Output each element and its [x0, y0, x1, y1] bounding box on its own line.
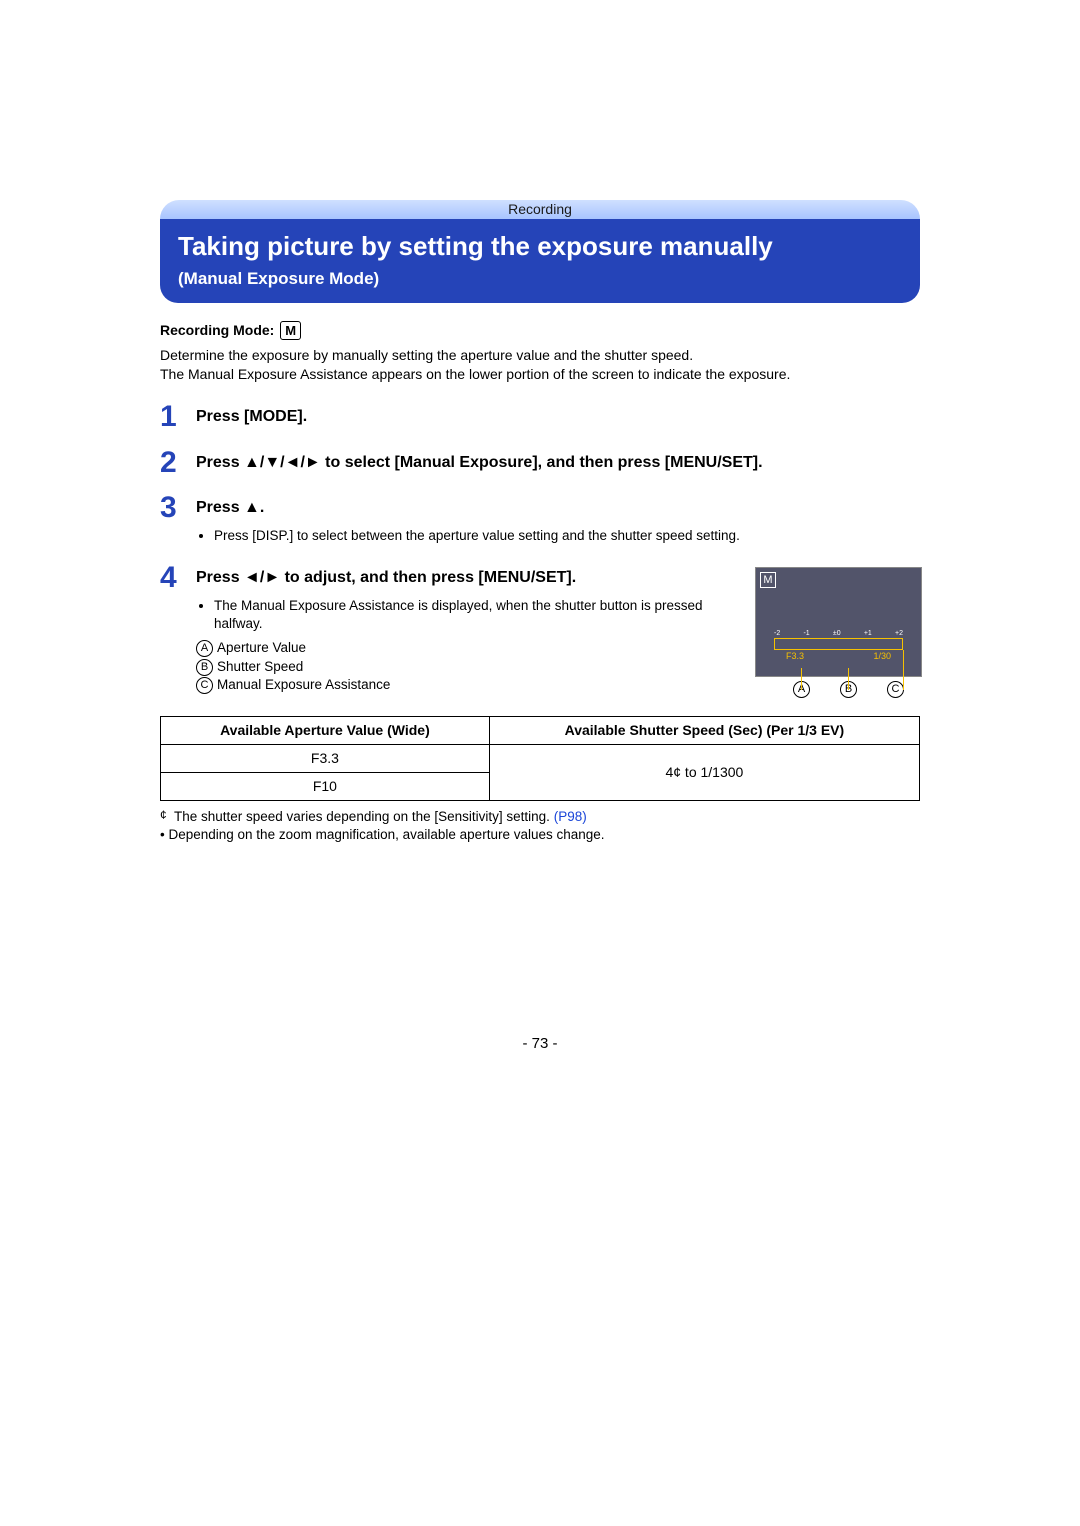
footnotes: ¢ The shutter speed varies depending on …: [160, 807, 920, 844]
lcd-illustration: M -2 -1 ±0 +1 +2 F3.3 1/30: [755, 567, 920, 698]
title-bar: Taking picture by setting the exposure m…: [160, 219, 920, 303]
step-number: 1: [160, 402, 196, 434]
section-tab: Recording: [160, 200, 920, 219]
recording-mode-line: Recording Mode: M: [160, 321, 920, 341]
legend-a: AAperture Value: [196, 639, 739, 657]
lcd-aperture: F3.3: [786, 650, 804, 662]
step-bullet: Press [DISP.] to select between the aper…: [214, 527, 920, 545]
step-4: 4 Press ◄/► to adjust, and then press [M…: [160, 563, 920, 698]
step-1: 1 Press [MODE].: [160, 402, 920, 434]
step-number: 3: [160, 493, 196, 549]
footnote-star: ¢: [160, 808, 167, 822]
page-ref-link[interactable]: (P98): [554, 809, 587, 824]
ev-ticks: -2 -1 ±0 +1 +2: [774, 629, 903, 638]
page-number: - 73 -: [160, 1034, 920, 1054]
table-cell: F3.3: [161, 745, 490, 773]
aperture-shutter-table: Available Aperture Value (Wide) Availabl…: [160, 716, 920, 801]
step-3: 3 Press ▲. Press [DISP.] to select betwe…: [160, 493, 920, 549]
page-subtitle: (Manual Exposure Mode): [178, 268, 902, 291]
step-heading: Press ◄/► to adjust, and then press [MEN…: [196, 567, 739, 589]
mode-chip-m: M: [280, 321, 301, 341]
page-title: Taking picture by setting the exposure m…: [178, 229, 902, 264]
step-heading: Press ▲/▼/◄/► to select [Manual Exposure…: [196, 452, 920, 474]
step-heading: Press [MODE].: [196, 406, 920, 428]
step-bullet: The Manual Exposure Assistance is displa…: [214, 597, 739, 633]
section-label: Recording: [508, 201, 572, 217]
step-heading: Press ▲.: [196, 497, 920, 519]
table-header-aperture: Available Aperture Value (Wide): [161, 717, 490, 745]
legend-b: BShutter Speed: [196, 658, 739, 676]
lcd-callout-labels: A B C: [755, 681, 920, 698]
table-cell: 4¢ to 1/1300: [489, 745, 919, 801]
table-header-shutter: Available Shutter Speed (Sec) (Per 1/3 E…: [489, 717, 919, 745]
footnote-2: Depending on the zoom magnification, ava…: [168, 827, 604, 842]
table-cell: F10: [161, 773, 490, 801]
step-number: 2: [160, 448, 196, 480]
lcd-mode-chip: M: [760, 572, 776, 588]
recording-mode-label: Recording Mode:: [160, 322, 274, 338]
step-number: 4: [160, 563, 196, 698]
lcd-values: F3.3 1/30: [786, 650, 891, 662]
footnote-1: The shutter speed varies depending on th…: [174, 809, 550, 824]
step-2: 2 Press ▲/▼/◄/► to select [Manual Exposu…: [160, 448, 920, 480]
legend-c: CManual Exposure Assistance: [196, 676, 739, 694]
lcd-shutter: 1/30: [873, 650, 891, 662]
intro-paragraph: Determine the exposure by manually setti…: [160, 346, 920, 384]
